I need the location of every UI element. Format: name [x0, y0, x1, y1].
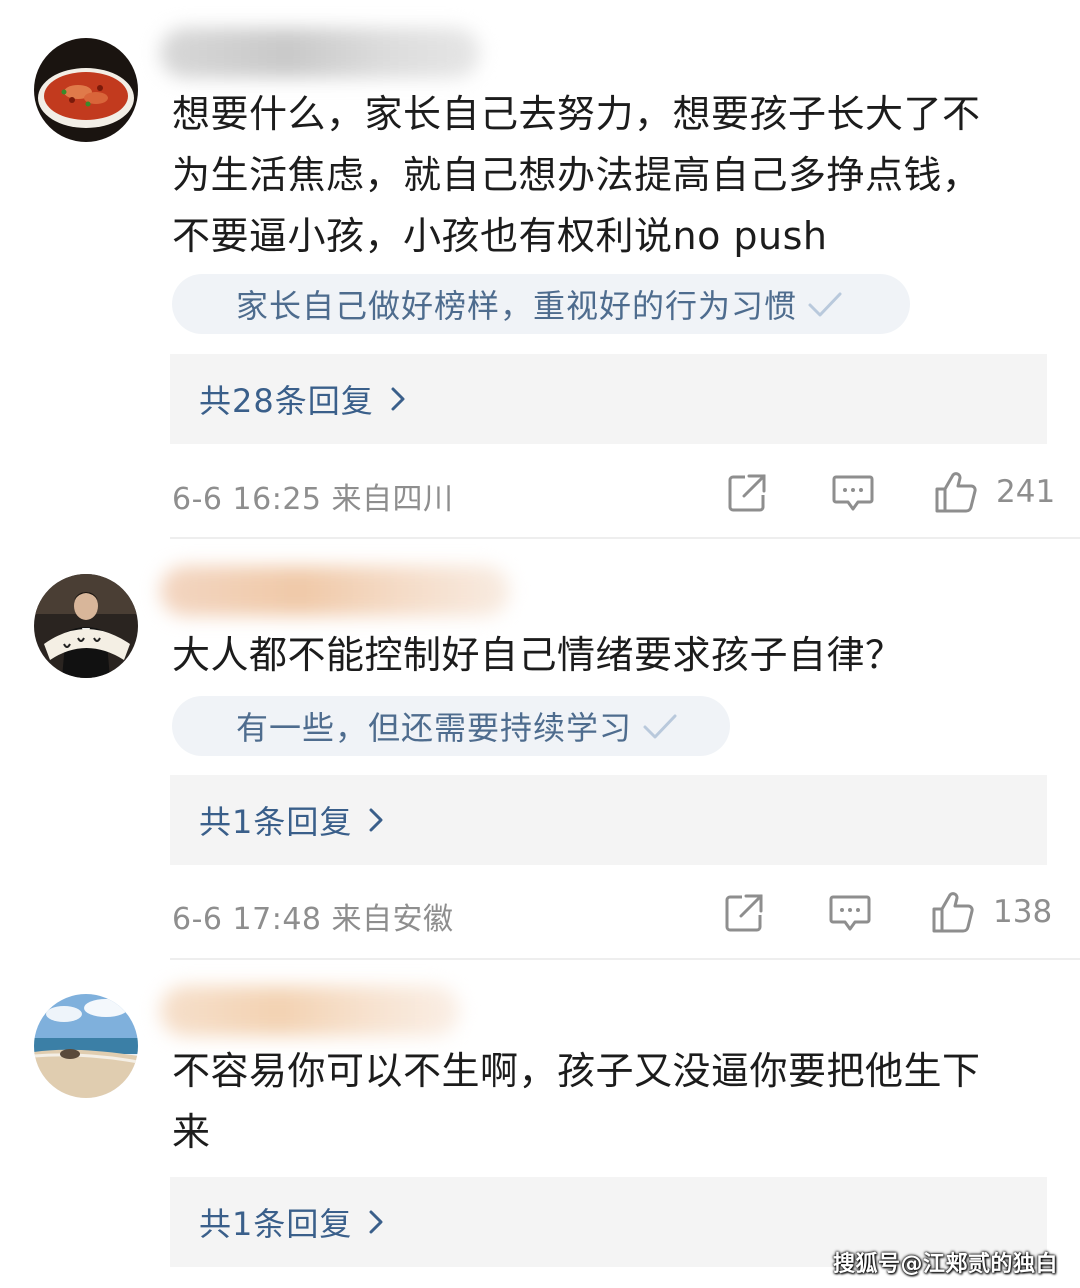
reply-count-label: 共1条回复	[199, 1205, 353, 1243]
user-avatar[interactable]	[34, 38, 138, 142]
comment-text: 不容易你可以不生啊，孩子又没逼你要把他生下 来	[172, 1041, 1052, 1163]
reply-button[interactable]	[832, 474, 874, 514]
divider	[170, 537, 1080, 539]
comment-icon	[829, 895, 871, 931]
food-dish-avatar-icon	[34, 38, 138, 142]
topic-tag-label: 有一些，但还需要持续学习	[236, 709, 633, 747]
username-blurred[interactable]	[160, 28, 480, 78]
comment-text: 大人都不能控制好自己情绪要求孩子自律？	[172, 625, 1052, 686]
comment-line: 大人都不能控制好自己情绪要求孩子自律？	[172, 633, 904, 677]
share-button[interactable]	[724, 893, 764, 933]
chevron-right-icon	[391, 387, 405, 411]
time-location: 6-6 16:25 来自四川	[172, 482, 454, 517]
watermark: 搜狐号@江郏贰的独白	[832, 1252, 1058, 1277]
user-avatar[interactable]	[34, 994, 138, 1098]
topic-tag[interactable]: 有一些，但还需要持续学习	[172, 696, 730, 756]
reply-count-label: 共28条回复	[199, 382, 374, 420]
like-icon	[932, 892, 974, 933]
check-icon	[808, 292, 842, 317]
username-blurred[interactable]	[160, 566, 510, 616]
like-button[interactable]	[931, 890, 975, 934]
chevron-right-icon	[369, 808, 383, 832]
chevron-right-icon	[369, 1210, 383, 1234]
view-replies-button[interactable]: 共1条回复	[170, 775, 1047, 865]
comment-line: 来	[172, 1110, 211, 1154]
like-icon	[935, 472, 977, 513]
reply-button[interactable]	[829, 894, 871, 934]
person-with-fan-avatar-icon	[34, 574, 138, 678]
username-blurred[interactable]	[160, 986, 460, 1036]
like-button[interactable]	[934, 470, 978, 514]
reply-count-label: 共1条回复	[199, 803, 353, 841]
comment-line: 不要逼小孩，小孩也有权利说no push	[172, 214, 828, 258]
time-location: 6-6 17:48 来自安徽	[172, 902, 454, 937]
comment-line: 想要什么，家长自己去努力，想要孩子长大了不	[172, 92, 981, 136]
share-button[interactable]	[727, 473, 767, 513]
share-icon	[728, 474, 766, 512]
topic-tag[interactable]: 家长自己做好榜样，重视好的行为习惯	[172, 274, 910, 334]
comment-text: 想要什么，家长自己去努力，想要孩子长大了不 为生活焦虑，就自己想办法提高自己多挣…	[172, 84, 1052, 267]
topic-tag-label: 家长自己做好榜样，重视好的行为习惯	[236, 287, 798, 325]
check-icon	[643, 714, 677, 739]
beach-avatar-icon	[34, 994, 138, 1098]
comment-line: 不容易你可以不生啊，孩子又没逼你要把他生下	[172, 1049, 981, 1093]
user-avatar[interactable]	[34, 574, 138, 678]
view-replies-button[interactable]: 共28条回复	[170, 354, 1047, 444]
comment-line: 为生活焦虑，就自己想办法提高自己多挣点钱，	[172, 153, 981, 197]
divider	[170, 958, 1080, 960]
like-count: 138	[993, 894, 1053, 930]
share-icon	[725, 894, 763, 932]
like-count: 241	[996, 474, 1056, 510]
comment-icon	[832, 475, 874, 511]
